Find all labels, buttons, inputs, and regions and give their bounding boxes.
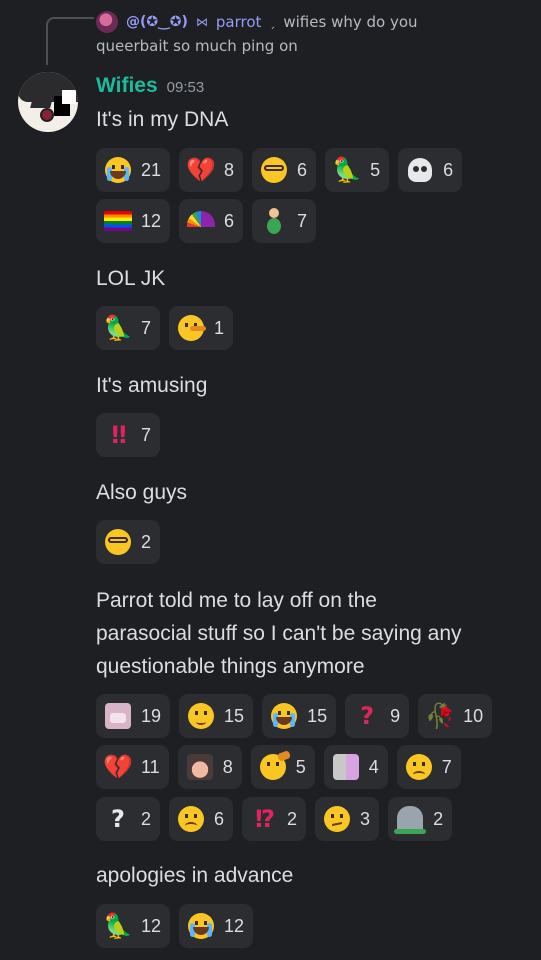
reaction-relieved-face[interactable]: 15	[179, 694, 254, 738]
reaction-row: 2	[96, 520, 161, 564]
door-custom-icon	[332, 753, 360, 781]
reaction-rainbow[interactable]: 6	[179, 199, 244, 243]
parrot-icon: 🦜	[332, 156, 363, 184]
reaction-sob[interactable]: 15	[262, 694, 337, 738]
frowning-face-icon	[177, 805, 205, 833]
sob-icon	[187, 912, 215, 940]
reaction-parrot[interactable]: 🦜 7	[96, 306, 161, 350]
reaction-double-exclamation[interactable]: ‼ 7	[96, 413, 161, 457]
reaction-broken-heart[interactable]: 💔 11	[96, 745, 169, 789]
parrot-icon: 🦜	[103, 912, 133, 940]
saluting-face-icon	[259, 753, 287, 781]
author-username[interactable]: Wifies	[96, 74, 158, 98]
reaction-row: ‼ 7	[96, 413, 161, 457]
sob-icon	[104, 156, 132, 184]
reaction-broken-heart[interactable]: 💔 8	[179, 148, 244, 192]
reply-name-comma: ˏ	[269, 15, 276, 29]
message-text: LOL JK	[96, 267, 166, 290]
reaction-headstone[interactable]: 2	[388, 797, 453, 841]
reaction-row: 21 💔 8 6 🦜 5 6	[96, 148, 463, 192]
broken-heart-icon: 💔	[103, 753, 133, 781]
nerd-face-icon	[104, 528, 132, 556]
confused-face-icon	[323, 805, 351, 833]
message-text: Parrot told me to lay off on the parasoc…	[96, 584, 526, 683]
skull-icon	[406, 156, 434, 184]
author-avatar[interactable]	[18, 72, 78, 132]
reaction-sob[interactable]: 12	[179, 904, 254, 948]
nerd-face-icon	[260, 156, 288, 184]
chat-screen: @(✪‿✪) ⋈ parrot ˏ wifies why do you quee…	[0, 0, 541, 960]
reaction-red-question[interactable]: ? 9	[345, 694, 410, 738]
message-text: It's in my DNA	[96, 108, 229, 131]
reply-preview-text-continued[interactable]: queerbait so much ping on	[96, 34, 526, 58]
white-question-icon: ?	[111, 805, 125, 833]
lying-face-icon	[177, 314, 207, 342]
disappointed-face-icon	[405, 753, 433, 781]
reaction-row: 🦜 7 1	[96, 306, 234, 350]
person-custom-icon	[186, 753, 214, 781]
pregnant-person-icon	[260, 207, 288, 235]
message-header: Wifies 09:53	[96, 74, 204, 98]
reaction-frowning-face[interactable]: 6	[169, 797, 234, 841]
wilted-rose-icon: 🥀	[425, 702, 456, 730]
reaction-row: 12 6 7	[96, 199, 317, 243]
reaction-skull[interactable]: 6	[398, 148, 463, 192]
headstone-icon	[394, 805, 427, 834]
reaction-angry-custom[interactable]: 19	[96, 694, 171, 738]
reply-author-name-part[interactable]: parrot	[216, 10, 262, 34]
reaction-lying-face[interactable]: 1	[169, 306, 234, 350]
interrobang-icon: ⁉	[255, 805, 275, 833]
reaction-saluting-face[interactable]: 5	[250, 745, 315, 789]
reaction-disappointed-face[interactable]: 7	[396, 745, 461, 789]
red-question-icon: ?	[360, 702, 375, 730]
message-text-line: questionable things anymore	[96, 655, 365, 678]
reaction-row: 🦜 12 12	[96, 904, 254, 948]
reaction-nerd-face[interactable]: 6	[252, 148, 317, 192]
reaction-rainbow-flag[interactable]: 12	[96, 199, 171, 243]
reply-preview[interactable]: @(✪‿✪) ⋈ parrot ˏ wifies why do you quee…	[96, 10, 526, 58]
message-text: Also guys	[96, 481, 188, 504]
reply-connector-line	[46, 17, 94, 65]
message-text: apologies in advance	[96, 864, 294, 887]
rainbow-flag-icon	[104, 207, 132, 235]
reply-name-separator: ⋈	[195, 15, 208, 29]
sob-icon	[270, 702, 298, 730]
message-text: It's amusing	[96, 374, 208, 397]
reaction-pregnant-person[interactable]: 7	[252, 199, 317, 243]
reaction-parrot[interactable]: 🦜 5	[325, 148, 390, 192]
reaction-nerd-face[interactable]: 2	[96, 520, 161, 564]
angry-custom-icon	[104, 702, 132, 730]
relieved-face-icon	[187, 702, 215, 730]
reaction-row: 19 15 15 ? 9 🥀 10	[96, 694, 493, 738]
reaction-interrobang[interactable]: ⁉ 2	[242, 797, 307, 841]
broken-heart-icon: 💔	[186, 156, 216, 184]
reaction-person-custom[interactable]: 8	[177, 745, 242, 789]
reaction-sob[interactable]: 21	[96, 148, 171, 192]
reaction-parrot[interactable]: 🦜 12	[96, 904, 171, 948]
reaction-confused-face[interactable]: 3	[315, 797, 380, 841]
reply-author-avatar[interactable]	[96, 11, 118, 33]
double-exclamation-icon: ‼	[111, 421, 126, 449]
reaction-row: 💔 11 8 5 4 7	[96, 745, 461, 789]
reaction-white-question[interactable]: ? 2	[96, 797, 161, 841]
reaction-door-custom[interactable]: 4	[323, 745, 388, 789]
message-text-line: parasocial stuff so I can't be saying an…	[96, 622, 462, 645]
reply-author-name[interactable]: @(✪‿✪)	[126, 10, 188, 34]
parrot-icon: 🦜	[103, 314, 133, 342]
message-timestamp[interactable]: 09:53	[167, 79, 205, 96]
reply-preview-text[interactable]: wifies why do you	[283, 10, 417, 34]
reaction-row: ? 2 6 ⁉ 2 3 2	[96, 797, 453, 841]
reaction-wilted-rose[interactable]: 🥀 10	[418, 694, 493, 738]
message-text-line: Parrot told me to lay off on the	[96, 589, 377, 612]
rainbow-icon	[187, 207, 216, 235]
